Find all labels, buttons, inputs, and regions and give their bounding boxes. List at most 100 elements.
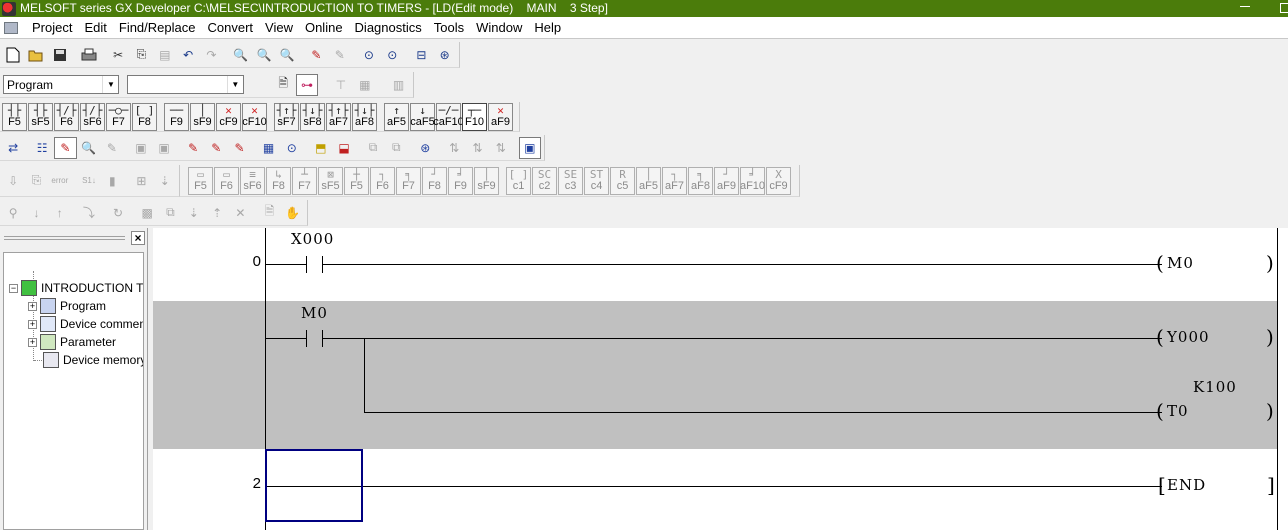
sfc-copy-icon[interactable]: ⎘ [25,170,47,192]
menu-edit[interactable]: Edit [78,17,112,39]
minimize-button[interactable] [1238,0,1252,17]
program-view-icon[interactable]: 🗎 [272,74,295,96]
menu-view[interactable]: View [259,17,299,39]
step-insert-icon[interactable]: ⇅ [443,137,465,159]
ladder-convert-icon[interactable]: ⇄ [2,137,24,159]
sfc-key-sf5[interactable]: ⊠ sF5 [318,166,343,195]
ladder-statement-icon[interactable]: ✎ [228,137,250,159]
step-jump-icon[interactable]: ⇅ [490,137,512,159]
check-icon[interactable]: ⊛ [434,44,456,66]
menu-diagnostics[interactable]: Diagnostics [349,17,428,39]
sfc-key-sf9[interactable]: │ sF9 [474,166,499,195]
zoom-in-icon[interactable]: ⧉ [385,137,407,159]
data-type-select[interactable]: Program ▼ [3,75,120,94]
monitor-zoom2-icon[interactable]: ⊙ [381,44,403,66]
expand-icon[interactable]: + [28,301,37,311]
sfc-key-c2[interactable]: SC c2 [532,166,557,195]
device-batch-icon[interactable]: ▦ [257,137,279,159]
contact-no-m0[interactable] [306,330,307,347]
cut-icon[interactable]: ✂ [107,44,129,66]
entry-monitor-icon[interactable]: ⊙ [281,137,303,159]
sfc-key-f5[interactable]: ┼ F5 [344,166,369,195]
monitor-mode-icon[interactable]: 🔍 [78,137,100,159]
tree-item-program[interactable]: + Program [28,297,106,315]
diagnostics-icon[interactable]: ⊛ [414,137,436,159]
sfc-key-af7[interactable]: ┐ aF7 [662,166,687,195]
ladder-key-sf5[interactable]: ┤├ sF5 [28,102,53,131]
tree-item-device-comment[interactable]: + Device comment [28,315,143,333]
hand-icon[interactable]: ✋ [282,202,304,224]
ladder-key-af5[interactable]: ↑ aF5 [384,102,409,131]
sfc-key-f5[interactable]: ▭ F5 [188,166,213,195]
sfc-key-c5[interactable]: Rc5 [610,166,635,195]
menu-project[interactable]: Project [26,17,78,39]
tree-item-device-memory[interactable]: Device memory [40,351,143,369]
ladder-edit-icon[interactable]: ✎ [182,137,204,159]
sfc-key-f8[interactable]: ┘ F8 [422,166,447,195]
ladder-key-f10[interactable]: ┬─ F10 [462,102,487,131]
sfc-key-af10[interactable]: ╛ aF10 [740,166,765,195]
sfc-key-c3[interactable]: SE c3 [558,166,583,195]
ladder-key-caf5[interactable]: ↓ caF5 [410,102,435,131]
menu-online[interactable]: Online [299,17,349,39]
read-mode-icon[interactable]: ☷ [31,137,53,159]
block-icon[interactable]: ▩ [136,202,158,224]
ladder-key-sf7[interactable]: ┤↑├ sF7 [274,102,299,131]
open-icon[interactable] [25,44,47,66]
document-icon[interactable] [4,21,18,34]
menu-help[interactable]: Help [528,17,567,39]
sfc-key-af9[interactable]: ┘ aF9 [714,166,739,195]
ladder-key-cf9[interactable]: ✕ cF9 [216,102,241,131]
sfc-insert-icon[interactable]: ⇩ [2,170,24,192]
tree-item-parameter[interactable]: + Parameter [28,333,116,351]
paste-icon[interactable]: ▤ [154,44,176,66]
character-search-icon[interactable]: 🔍 [276,44,298,66]
device-tree-icon[interactable]: ⊤ [329,74,352,96]
jump-icon[interactable]: ⤵ [78,202,100,224]
new-icon[interactable] [2,44,24,66]
sfc-block-list-icon[interactable]: ▮ [101,170,123,192]
instruction-replace-icon[interactable]: ✎ [329,44,351,66]
collapse-icon[interactable]: − [9,283,18,293]
menu-window[interactable]: Window [470,17,528,39]
program-select[interactable]: ▼ [127,75,244,94]
menu-tools[interactable]: Tools [428,17,470,39]
sfc-key-f7[interactable]: ╕ F7 [396,166,421,195]
instruction-search-icon[interactable]: 🔍 [253,44,275,66]
sfc-key-af8[interactable]: ╕ aF8 [688,166,713,195]
panel-grip[interactable] [4,236,125,240]
monitor-stop-icon[interactable]: ▣ [153,137,175,159]
sfc-key-f6[interactable]: ▭ F6 [214,166,239,195]
sfc-error-icon[interactable]: error [49,170,71,192]
monitor-start-icon[interactable]: ▣ [130,137,152,159]
coil-device-label[interactable]: Y000 [1167,328,1210,346]
sfc-key-af5[interactable]: │ aF5 [636,166,661,195]
write-mode-icon[interactable]: ✎ [54,136,77,159]
contact-no-x000[interactable] [306,256,307,273]
sfc-key-c4[interactable]: ST c4 [584,166,609,195]
close-panel-button[interactable]: × [131,231,145,245]
replace-icon[interactable]: ↻ [107,202,129,224]
find-down-icon[interactable]: ↓ [25,202,47,224]
sfc-grid-icon[interactable]: ⊞ [130,170,152,192]
ladder-key-f6[interactable]: ┤/├ F6 [54,102,79,131]
ladder-key-f7[interactable]: ─○─ F7 [106,102,131,131]
monitor-zoom-icon[interactable]: ⊙ [358,44,380,66]
edit-cursor[interactable] [265,449,363,522]
sfc-key-f7[interactable]: ┴ F7 [292,166,317,195]
step-delete-icon[interactable]: ⇅ [466,137,488,159]
zoom-out-icon[interactable]: ⧉ [362,137,384,159]
menu-find-replace[interactable]: Find/Replace [113,17,202,39]
print-icon[interactable] [78,44,100,66]
sfc-key-sf6[interactable]: ≡ sF6 [240,166,265,195]
expand-icon[interactable]: + [28,319,37,329]
tree-root[interactable]: − INTRODUCTION TO TIMERS [9,279,143,297]
ladder-key-af7[interactable]: ┤↑├ aF7 [326,102,351,131]
menu-convert[interactable]: Convert [201,17,259,39]
ladder-comment-icon[interactable]: ✎ [205,137,227,159]
display-mode-icon[interactable]: ▣ [518,136,541,159]
ladder-key-f5[interactable]: ┤├ F5 [2,102,27,131]
sfc-key-f9[interactable]: ╛ F9 [448,166,473,195]
sfc-key-f6[interactable]: ┐ F6 [370,166,395,195]
plc-read-icon[interactable]: ⬒ [310,137,332,159]
